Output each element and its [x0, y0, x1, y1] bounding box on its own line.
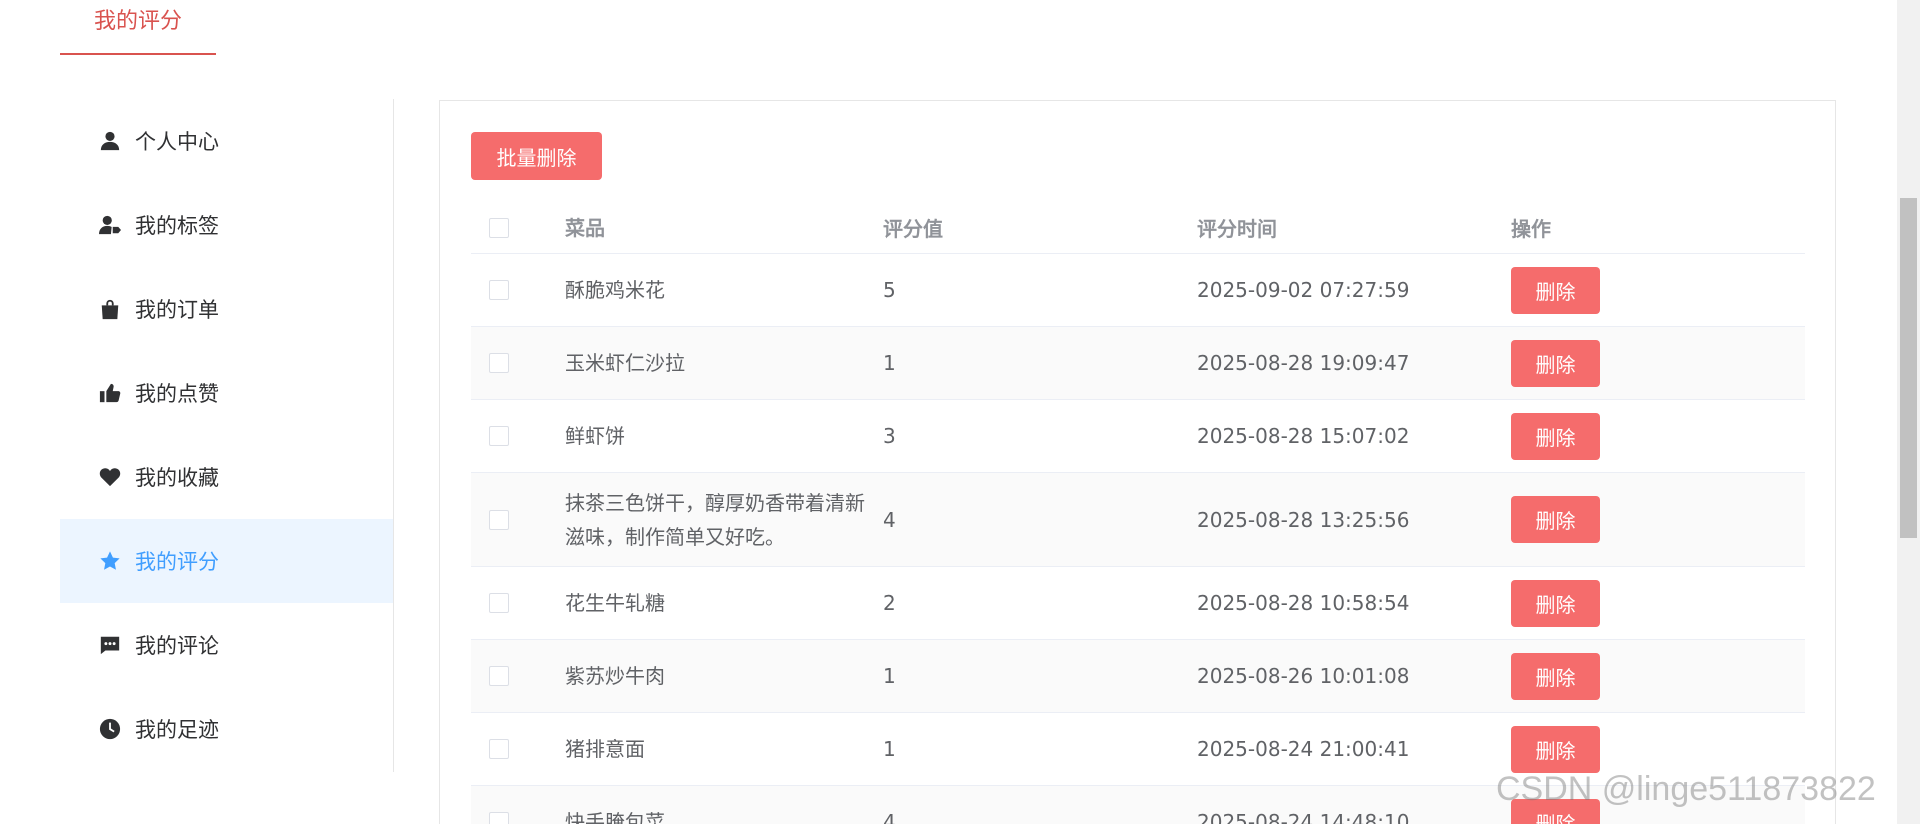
- dish-name: 紫苏炒牛肉: [565, 664, 665, 688]
- scrollbar-thumb[interactable]: [1900, 198, 1917, 538]
- delete-button[interactable]: 删除: [1511, 412, 1600, 460]
- table-row: 紫苏炒牛肉 1 2025-08-26 10:01:08 删除: [471, 640, 1805, 713]
- rating-time: 2025-08-28 13:25:56: [1197, 507, 1410, 532]
- row-checkbox[interactable]: [489, 426, 509, 446]
- score-value: 3: [883, 424, 896, 448]
- delete-button[interactable]: 删除: [1511, 266, 1600, 314]
- sidebar-item-label: 我的足迹: [135, 718, 219, 742]
- header-score: 评分值: [883, 217, 943, 241]
- table-row: 鲜虾饼 3 2025-08-28 15:07:02 删除: [471, 400, 1805, 473]
- row-checkbox[interactable]: [489, 666, 509, 686]
- rating-time: 2025-08-28 10:58:54: [1197, 591, 1410, 615]
- delete-button[interactable]: 删除: [1511, 579, 1600, 627]
- sidebar-item-my-tags[interactable]: 我的标签: [60, 183, 393, 267]
- header-dish: 菜品: [565, 215, 605, 240]
- table-header: 菜品 评分值 评分时间 操作: [471, 202, 1805, 254]
- sidebar-item-label: 我的评论: [135, 634, 219, 658]
- table-row: 玉米虾仁沙拉 1 2025-08-28 19:09:47 删除: [471, 327, 1805, 400]
- sidebar-item-label: 我的点赞: [135, 382, 219, 406]
- dish-name: 酥脆鸡米花: [565, 278, 665, 302]
- dish-name: 抹茶三色饼干，醇厚奶香带着清新滋味，制作简单又好吃。: [565, 490, 865, 549]
- vertical-scrollbar[interactable]: [1897, 0, 1920, 824]
- delete-button[interactable]: 删除: [1511, 496, 1600, 543]
- heart-icon: [97, 464, 123, 490]
- table-row: 花生牛轧糖 2 2025-08-28 10:58:54 删除: [471, 567, 1805, 640]
- row-checkbox[interactable]: [489, 353, 509, 373]
- header-time: 评分时间: [1197, 217, 1277, 241]
- sidebar-item-my-likes[interactable]: 我的点赞: [60, 351, 393, 435]
- watermark: CSDN @linge511873822: [1496, 770, 1876, 808]
- ratings-panel: 批量删除 菜品 评分值 评分时间 操作 酥脆鸡米花 5 2025-09-02 0…: [439, 100, 1836, 824]
- batch-delete-button[interactable]: 批量删除: [471, 132, 602, 180]
- sidebar-item-my-comments[interactable]: 我的评论: [60, 603, 393, 687]
- rating-time: 2025-08-26 10:01:08: [1197, 664, 1410, 688]
- user-icon: [97, 128, 123, 154]
- table-row: 抹茶三色饼干，醇厚奶香带着清新滋味，制作简单又好吃。 4 2025-08-28 …: [471, 473, 1805, 567]
- score-value: 1: [883, 351, 896, 375]
- table-row: 酥脆鸡米花 5 2025-09-02 07:27:59 删除: [471, 254, 1805, 327]
- thumbs-up-icon: [97, 380, 123, 406]
- clock-icon: [97, 716, 123, 742]
- tab-my-ratings[interactable]: 我的评分: [60, 0, 216, 55]
- score-value: 1: [883, 737, 896, 761]
- row-checkbox[interactable]: [489, 812, 509, 824]
- rating-time: 2025-08-28 19:09:47: [1197, 351, 1410, 375]
- delete-button[interactable]: 删除: [1511, 339, 1600, 387]
- sidebar-item-label: 我的评分: [135, 550, 219, 574]
- dish-name: 猪排意面: [565, 737, 645, 761]
- header-action: 操作: [1511, 217, 1551, 241]
- dish-name: 玉米虾仁沙拉: [565, 351, 685, 375]
- rating-time: 2025-09-02 07:27:59: [1197, 278, 1410, 302]
- sidebar-item-my-ratings[interactable]: 我的评分: [60, 519, 393, 603]
- sidebar-item-personal-center[interactable]: 个人中心: [60, 99, 393, 183]
- select-all-checkbox[interactable]: [489, 217, 509, 238]
- delete-button[interactable]: 删除: [1511, 725, 1600, 773]
- row-checkbox[interactable]: [489, 593, 509, 613]
- sidebar: 个人中心 我的标签 我的订单 我的点赞 我的收藏 我的评分 我的评论 我的足迹: [60, 99, 394, 772]
- user-tag-icon: [97, 212, 123, 238]
- dish-name: 快手腌包菜: [565, 810, 665, 824]
- rating-time: 2025-08-24 14:48:10: [1197, 810, 1410, 824]
- row-checkbox[interactable]: [489, 280, 509, 300]
- score-value: 1: [883, 664, 896, 688]
- row-checkbox[interactable]: [489, 509, 509, 530]
- ratings-table: 菜品 评分值 评分时间 操作 酥脆鸡米花 5 2025-09-02 07:27:…: [471, 202, 1805, 824]
- sidebar-item-my-favorites[interactable]: 我的收藏: [60, 435, 393, 519]
- shopping-bag-icon: [97, 296, 123, 322]
- dish-name: 鲜虾饼: [565, 424, 625, 448]
- comment-icon: [97, 632, 123, 658]
- sidebar-item-my-footprints[interactable]: 我的足迹: [60, 687, 393, 771]
- sidebar-item-label: 个人中心: [135, 130, 219, 154]
- star-icon: [97, 548, 123, 574]
- sidebar-item-label: 我的收藏: [135, 466, 219, 490]
- sidebar-item-label: 我的订单: [135, 298, 219, 322]
- dish-name: 花生牛轧糖: [565, 591, 665, 615]
- sidebar-item-my-orders[interactable]: 我的订单: [60, 267, 393, 351]
- delete-button[interactable]: 删除: [1511, 652, 1600, 700]
- rating-time: 2025-08-28 15:07:02: [1197, 424, 1410, 448]
- rating-time: 2025-08-24 21:00:41: [1197, 737, 1410, 761]
- page: 我的评分 个人中心 我的标签 我的订单 我的点赞 我的收藏 我的评分 我的评论 …: [0, 0, 1920, 824]
- score-value: 4: [883, 810, 896, 824]
- row-checkbox[interactable]: [489, 739, 509, 759]
- sidebar-item-label: 我的标签: [135, 214, 219, 238]
- score-value: 5: [883, 278, 896, 302]
- score-value: 2: [883, 591, 896, 615]
- score-value: 4: [883, 507, 896, 532]
